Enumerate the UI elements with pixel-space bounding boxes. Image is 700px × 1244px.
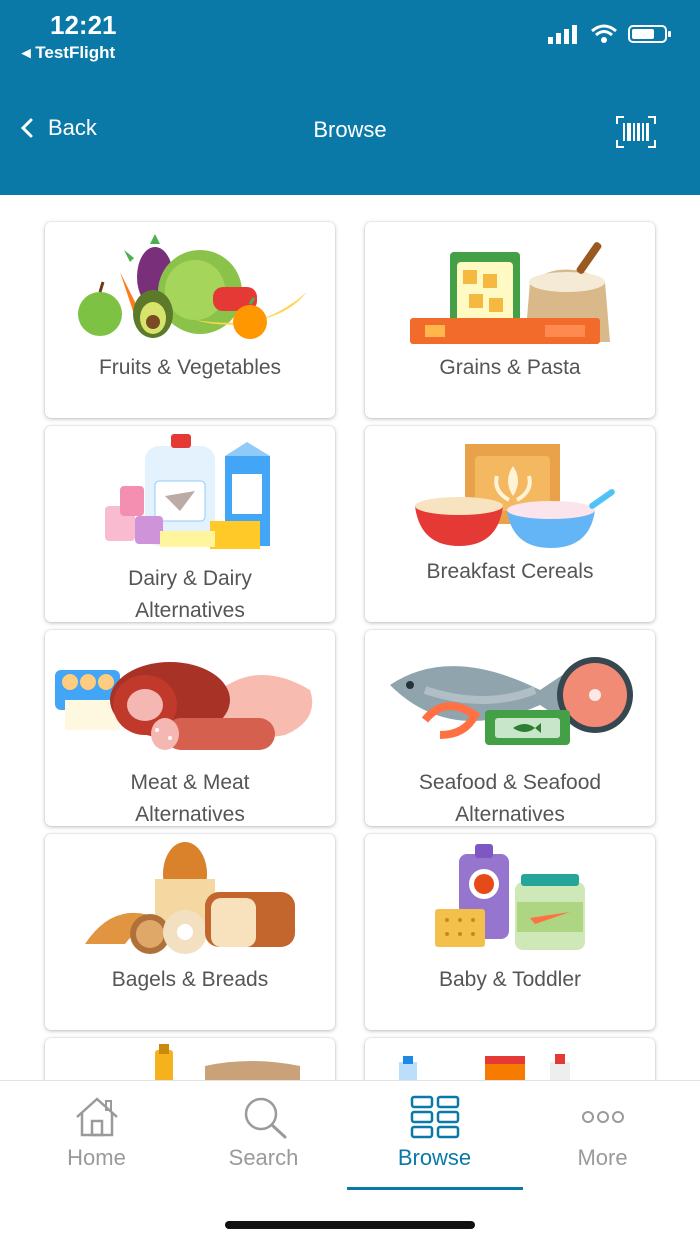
battery-icon	[628, 25, 671, 43]
grid-icon	[410, 1095, 459, 1139]
browse-screen: 12:21 ◂ TestFlight Back Browse Fruits & …	[0, 0, 700, 1244]
tab-home[interactable]: Home	[9, 1081, 184, 1191]
category-label: Meat & Meat Alternatives	[55, 767, 325, 831]
category-label: Seafood & Seafood Alternatives	[375, 767, 645, 831]
bagels-breads-illustration	[85, 842, 295, 954]
status-icons	[548, 24, 672, 44]
category-label-line2: Alternatives	[455, 803, 565, 826]
category-card-breakfast-cereals[interactable]: Breakfast Cereals	[365, 426, 655, 622]
category-card-partial[interactable]	[365, 1038, 655, 1080]
category-label-line1: Seafood & Seafood	[418, 771, 602, 794]
signal-icon	[548, 25, 577, 44]
category-label-line2: Alternatives	[135, 599, 245, 622]
condiments-illustration	[155, 1044, 300, 1080]
category-label-line1: Meat & Meat	[130, 771, 250, 794]
category-label: Baby & Toddler	[438, 968, 582, 991]
tab-label: More	[577, 1145, 628, 1170]
beverages-illustration	[399, 1054, 570, 1080]
search-icon	[244, 1097, 286, 1139]
tab-label: Browse	[397, 1145, 472, 1170]
category-card-partial[interactable]	[45, 1038, 335, 1080]
page-title: Browse	[313, 117, 387, 142]
home-indicator[interactable]	[225, 1221, 475, 1229]
baby-toddler-illustration	[435, 844, 585, 950]
header-bar: 12:21 ◂ TestFlight Back Browse	[0, 0, 700, 195]
category-label: Grains & Pasta	[439, 356, 581, 379]
more-icon	[581, 1111, 624, 1123]
tab-search[interactable]: Search	[176, 1081, 351, 1191]
tab-label: Home	[67, 1145, 126, 1170]
breakfast-cereals-illustration	[415, 444, 615, 548]
dairy-illustration	[105, 434, 270, 549]
tab-label: Search	[228, 1145, 299, 1170]
category-card-seafood[interactable]: Seafood & Seafood Alternatives	[365, 630, 655, 826]
testflight-back-link[interactable]: ◂ TestFlight	[22, 43, 115, 63]
category-card-grains-pasta[interactable]: Grains & Pasta	[365, 222, 655, 418]
category-label-line1: Dairy & Dairy	[128, 567, 252, 590]
meat-illustration	[55, 662, 313, 750]
category-label: Bagels & Breads	[111, 968, 269, 991]
category-label: Dairy & Dairy Alternatives	[55, 563, 325, 627]
category-card-baby-toddler[interactable]: Baby & Toddler	[365, 834, 655, 1030]
bottom-tab-bar: Home Search Browse More	[0, 1080, 700, 1244]
tab-more[interactable]: More	[515, 1081, 690, 1191]
category-label: Breakfast Cereals	[426, 560, 594, 583]
tab-browse[interactable]: Browse	[347, 1081, 522, 1191]
status-time: 12:21	[50, 10, 117, 40]
grains-pasta-illustration	[410, 242, 610, 344]
seafood-illustration	[390, 657, 633, 745]
wifi-icon	[591, 24, 617, 43]
category-label: Fruits & Vegetables	[98, 356, 282, 379]
active-tab-indicator	[347, 1187, 523, 1190]
category-label-line2: Alternatives	[135, 803, 245, 826]
home-icon	[75, 1097, 118, 1137]
category-card-dairy[interactable]: Dairy & Dairy Alternatives	[45, 426, 335, 622]
category-card-meat[interactable]: Meat & Meat Alternatives	[45, 630, 335, 826]
fruits-vegetables-illustration	[78, 234, 307, 339]
category-card-bagels-breads[interactable]: Bagels & Breads	[45, 834, 335, 1030]
category-grid: Fruits & Vegetables Grains & Pasta Dairy…	[0, 195, 700, 1080]
category-card-fruits-vegetables[interactable]: Fruits & Vegetables	[45, 222, 335, 418]
barcode-scan-icon[interactable]	[616, 116, 656, 148]
